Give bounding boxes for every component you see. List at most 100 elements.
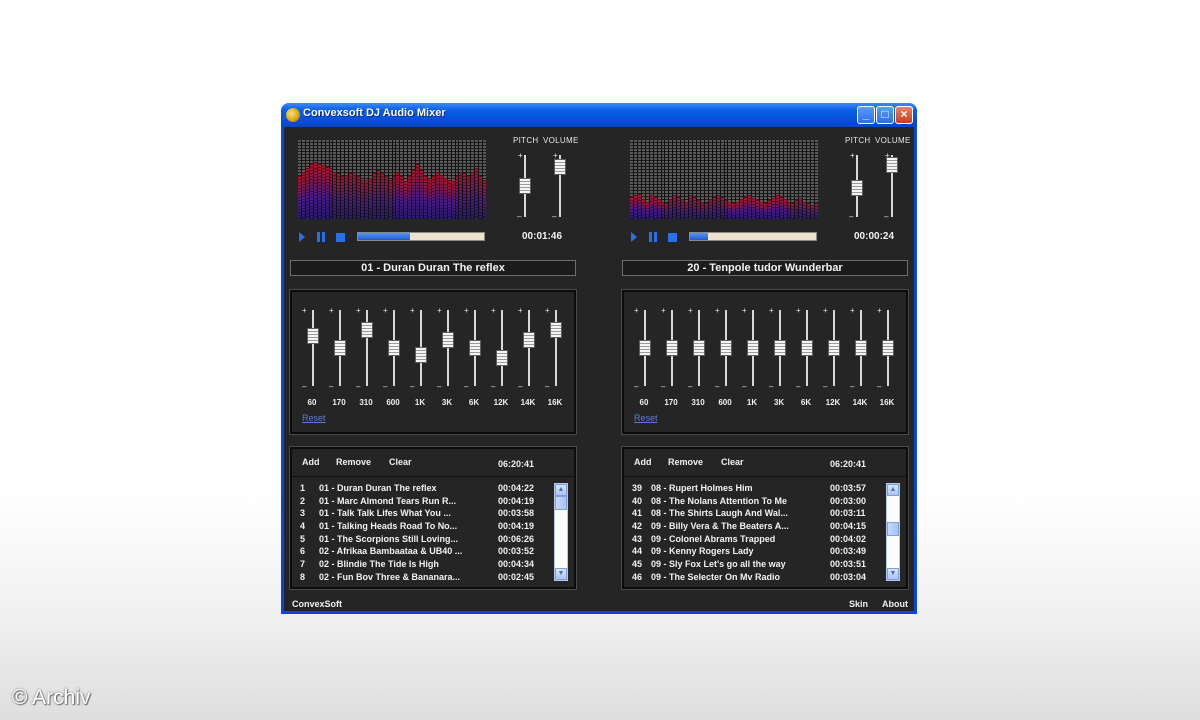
spectrum-bar-level (380, 173, 384, 219)
scroll-thumb[interactable] (555, 496, 567, 510)
spectrum-bar-level (791, 203, 795, 219)
eq-slider-14K[interactable] (855, 340, 867, 356)
eq-slider-310[interactable] (693, 340, 705, 356)
track-number: 43 (632, 533, 643, 544)
playlist-row[interactable]: 44 09 - Kenny Rogers Lady 00:03:49 (632, 546, 882, 559)
position-progress-bar[interactable] (689, 232, 817, 241)
eq-reset-link[interactable]: Reset (302, 413, 326, 423)
playlist-row[interactable]: 5 01 - The Scorpions Still Loving... 00:06… (300, 534, 550, 547)
eq-slider-1K[interactable] (415, 347, 427, 364)
spectrum-bar-level (384, 175, 388, 219)
eq-slider-1K[interactable] (747, 340, 759, 356)
spectrum-bar (791, 140, 795, 219)
brand-label: ConvexSoft (292, 599, 343, 609)
playlist-total-duration: 06:20:41 (830, 459, 867, 469)
eq-slider-600[interactable] (720, 340, 732, 356)
elapsed-time: 00:01:46 (522, 231, 563, 242)
eq-slider-310[interactable] (361, 322, 373, 338)
add-button[interactable]: Add (302, 457, 320, 467)
close-button[interactable]: × (895, 106, 913, 124)
eq-frequency-label: 16K (547, 398, 563, 407)
play-button[interactable] (631, 232, 637, 242)
eq-slider-600[interactable] (388, 340, 400, 356)
spectrum-bar-level (708, 199, 712, 219)
eq-slider-3K[interactable] (774, 340, 786, 356)
stop-button[interactable] (336, 233, 345, 242)
maximize-button[interactable]: □ (876, 106, 894, 124)
spectrum-bar-level (368, 177, 372, 219)
eq-minus-label: – (356, 382, 361, 391)
eq-slider-60[interactable] (639, 340, 651, 356)
eq-slider-14K[interactable] (523, 332, 535, 349)
position-progress-bar[interactable] (357, 232, 485, 241)
spectrum-bar (313, 140, 317, 219)
spectrum-bar-level (431, 175, 435, 219)
playlist-row[interactable]: 2 01 - Marc Almond Tears Run R... 00:04:19 (300, 496, 550, 509)
eq-slider-12K[interactable] (828, 340, 840, 356)
eq-slider-6K[interactable] (801, 340, 813, 356)
playlist-row[interactable]: 46 09 - The Selecter On Mv Radio 00:03:04 (632, 572, 882, 585)
clear-button[interactable]: Clear (721, 457, 744, 467)
eq-slider-16K[interactable] (882, 340, 894, 356)
about-button[interactable]: About (882, 599, 908, 609)
spectrum-bar-level (779, 196, 783, 219)
eq-slider-170[interactable] (666, 340, 678, 356)
spectrum-bar (767, 140, 771, 219)
remove-button[interactable]: Remove (336, 457, 371, 467)
spectrum-bar (724, 140, 728, 219)
scroll-down-button[interactable]: ▼ (555, 568, 567, 580)
playlist-row[interactable]: 41 08 - The Shirts Laugh And Wal... 00:03:… (632, 508, 882, 521)
scroll-down-button[interactable]: ▼ (887, 568, 899, 580)
playlist-row[interactable]: 45 09 - Sly Fox Let's go all the way 00:03… (632, 559, 882, 572)
track-number: 45 (632, 559, 643, 570)
add-button[interactable]: Add (634, 457, 652, 467)
clear-button[interactable]: Clear (389, 457, 412, 467)
eq-slider-170[interactable] (334, 340, 346, 356)
play-button[interactable] (299, 232, 305, 242)
minimize-button[interactable]: _ (857, 106, 875, 124)
eq-slider-12K[interactable] (496, 350, 508, 367)
playlist-row[interactable]: 6 02 - Afrikaa Bambaataa & UB40 ... 00:03:… (300, 546, 550, 559)
playlist-row[interactable]: 8 02 - Fun Bov Three & Bananara... 00:02:4… (300, 572, 550, 585)
playlist-row[interactable]: 3 01 - Talk Talk Lifes What You ... 00:03:… (300, 508, 550, 521)
playlist-scrollbar[interactable]: ▲ ▼ (886, 483, 900, 581)
eq-slider-60[interactable] (307, 328, 319, 344)
volume-slider[interactable] (554, 158, 566, 175)
spectrum-bar-level (783, 199, 787, 219)
track-title: 02 - Afrikaa Bambaataa & UB40 ... (319, 546, 463, 557)
playlist-row[interactable]: 1 01 - Duran Duran The reflex 00:04:22 (300, 483, 550, 496)
pause-button[interactable] (317, 232, 325, 242)
title-bar[interactable]: Convexsoft DJ Audio Mixer _ □ × (281, 103, 917, 127)
track-number: 4 (300, 521, 306, 532)
spectrum-bar (357, 140, 360, 219)
playlist-row[interactable]: 40 08 - The Nolans Attention To Me 00:03:0… (632, 496, 882, 509)
pitch-slider[interactable] (519, 178, 531, 194)
playlist-row[interactable]: 4 01 - Talking Heads Road To No... 00:04:1… (300, 521, 550, 534)
eq-slider-3K[interactable] (442, 332, 454, 349)
eq-plus-label: + (715, 306, 720, 315)
volume-slider[interactable] (886, 157, 898, 174)
eq-reset-link[interactable]: Reset (634, 413, 658, 423)
scroll-up-button[interactable]: ▲ (887, 484, 899, 496)
scroll-thumb[interactable] (887, 522, 899, 537)
spectrum-bar (298, 140, 301, 219)
playlist-scrollbar[interactable]: ▲ ▼ (554, 483, 568, 581)
playlist-row[interactable]: 42 09 - Billy Vera & The Beaters A... 00:0… (632, 521, 882, 534)
playlist-row[interactable]: 39 08 - Rupert Holmes Him 00:03:57 (632, 483, 882, 496)
eq-frequency-label: 12K (825, 398, 841, 407)
pause-button[interactable] (649, 232, 657, 242)
spectrum-bar-level (321, 165, 325, 219)
spectrum-bar (685, 140, 689, 219)
equalizer-panel: + –60 + –170 + –310 + –600 + –1K + –3K + –6K + –12K + –14… (289, 289, 577, 435)
remove-button[interactable]: Remove (668, 457, 703, 467)
volume-minus-label: – (552, 212, 557, 221)
spectrum-bar-level (645, 201, 649, 219)
pitch-slider[interactable] (851, 180, 863, 197)
eq-slider-6K[interactable] (469, 340, 481, 356)
stop-button[interactable] (668, 233, 677, 242)
playlist-row[interactable]: 7 02 - Blindie The Tide Is High 00:04:34 (300, 559, 550, 572)
eq-slider-16K[interactable] (550, 322, 562, 338)
scroll-up-button[interactable]: ▲ (555, 484, 567, 496)
skin-button[interactable]: Skin (849, 599, 868, 609)
playlist-row[interactable]: 43 09 - Colonel Abrams Trapped 00:04:02 (632, 534, 882, 547)
